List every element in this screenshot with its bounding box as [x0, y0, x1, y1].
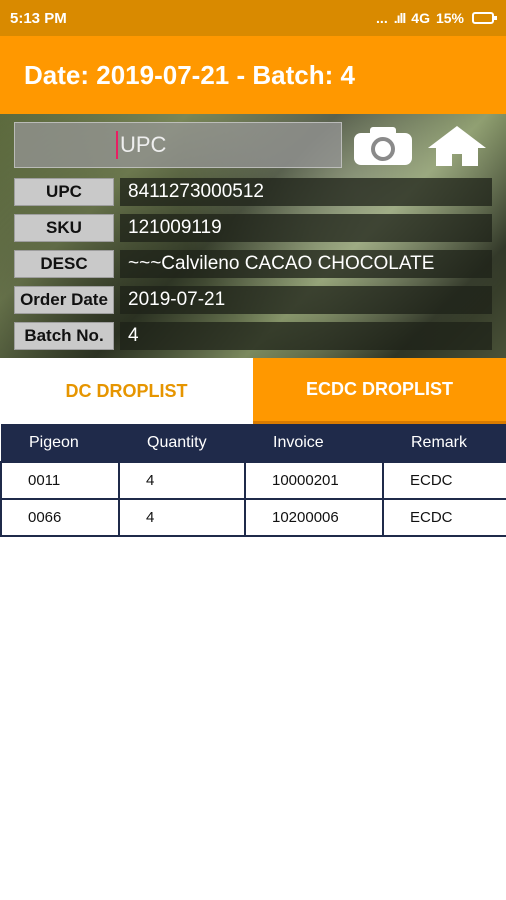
tab-dc-droplist[interactable]: DC DROPLIST — [0, 358, 253, 424]
home-icon — [428, 126, 486, 166]
field-value: 4 — [120, 322, 492, 350]
field-row-batch-no: Batch No. 4 — [14, 322, 492, 350]
status-icons: ... .ıll 4G 15% — [376, 10, 497, 26]
column-header-pigeon: Pigeon — [29, 433, 79, 451]
text-cursor — [116, 131, 118, 159]
cell-invoice: 10000201 — [244, 461, 384, 500]
field-row-upc: UPC 8411273000512 — [14, 178, 492, 206]
cell-remark: ECDC — [382, 461, 506, 500]
network-type: 4G — [411, 10, 430, 26]
camera-button[interactable] — [350, 124, 416, 168]
field-value: ~~~Calvileno CACAO CHOCOLATE — [120, 250, 492, 278]
droplist-table: Pigeon Quantity Invoice Remark 0011 4 10… — [0, 424, 506, 537]
page-title: Date: 2019-07-21 - Batch: 4 — [24, 59, 355, 90]
cell-pigeon: 0066 — [0, 498, 120, 537]
status-bar: 5:13 PM ... .ıll 4G 15% — [0, 0, 506, 36]
field-value: 121009119 — [120, 214, 492, 242]
cell-pigeon: 0011 — [0, 461, 120, 500]
cell-remark: ECDC — [382, 498, 506, 537]
field-label: Batch No. — [14, 322, 114, 350]
more-dots-icon: ... — [376, 10, 388, 26]
droplist-tabs: DC DROPLIST ECDC DROPLIST — [0, 358, 506, 424]
field-row-desc: DESC ~~~Calvileno CACAO CHOCOLATE — [14, 250, 492, 278]
table-header-row: Pigeon Quantity Invoice Remark — [1, 424, 506, 462]
signal-icon: .ıll — [393, 10, 407, 26]
field-label: DESC — [14, 250, 114, 278]
column-header-quantity: Quantity — [147, 433, 207, 451]
camera-icon — [354, 127, 412, 165]
status-time: 5:13 PM — [10, 9, 67, 27]
column-header-remark: Remark — [411, 433, 468, 451]
cell-quantity: 4 — [118, 498, 246, 537]
battery-percent: 15% — [435, 10, 464, 26]
tab-ecdc-droplist[interactable]: ECDC DROPLIST — [253, 358, 506, 424]
app-bar: Date: 2019-07-21 - Batch: 4 — [0, 36, 506, 114]
column-header-invoice: Invoice — [273, 433, 324, 451]
cell-quantity: 4 — [118, 461, 246, 500]
table-row[interactable]: 0066 4 10200006 ECDC — [0, 498, 506, 537]
field-label: SKU — [14, 214, 114, 242]
home-button[interactable] — [424, 124, 490, 168]
field-value: 8411273000512 — [120, 178, 492, 206]
field-row-sku: SKU 121009119 — [14, 214, 492, 242]
table-row[interactable]: 0011 4 10000201 ECDC — [0, 461, 506, 500]
field-label: Order Date — [14, 286, 114, 314]
field-label: UPC — [14, 178, 114, 206]
scan-panel: UPC 8411273000512 SKU 121009119 DESC ~~~… — [0, 114, 506, 358]
field-row-order-date: Order Date 2019-07-21 — [14, 286, 492, 314]
upc-search-box[interactable] — [14, 122, 342, 168]
field-value: 2019-07-21 — [120, 286, 492, 314]
cell-invoice: 10200006 — [244, 498, 384, 537]
battery-icon — [472, 12, 497, 24]
upc-input[interactable] — [120, 132, 240, 158]
